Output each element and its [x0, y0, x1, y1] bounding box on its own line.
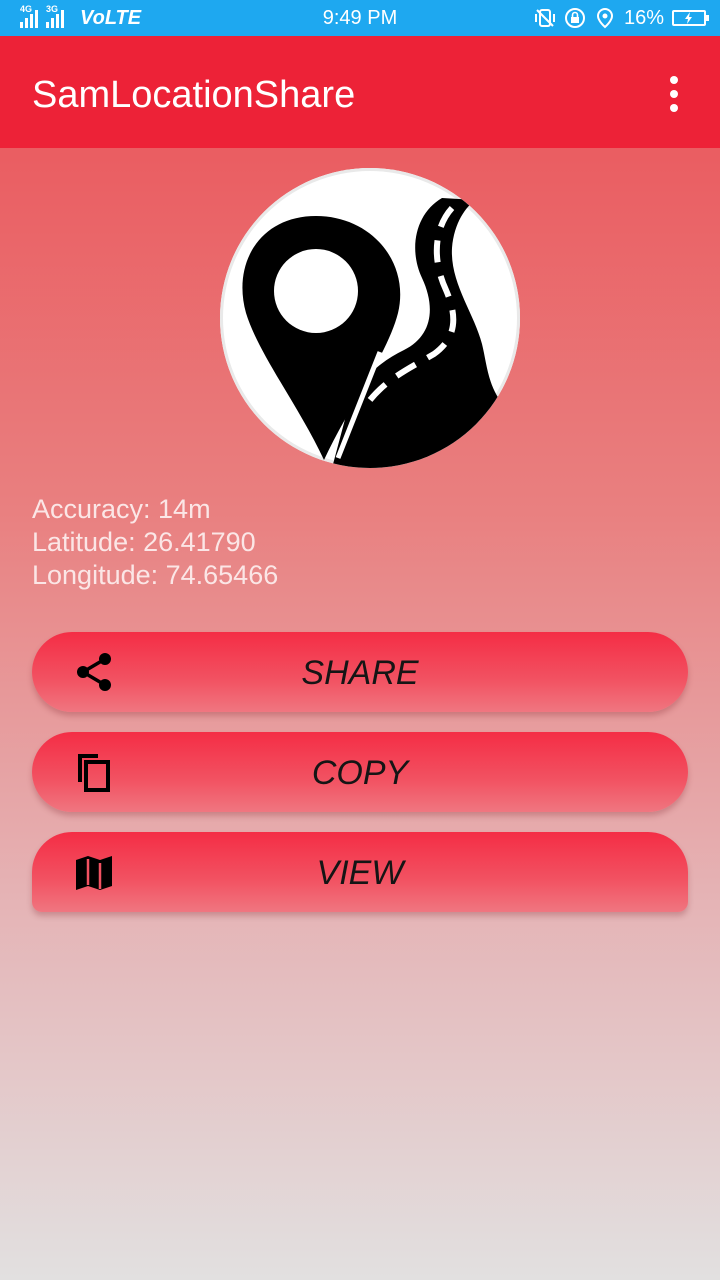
share-button-label: SHARE — [301, 654, 419, 692]
location-icon — [594, 7, 616, 29]
battery-charging-icon — [672, 10, 709, 26]
app-logo — [220, 168, 520, 468]
share-button[interactable]: SHARE — [32, 632, 688, 712]
location-info: Accuracy: 14m Latitude: 26.41790 Longitu… — [32, 493, 278, 592]
copy-button-label: COPY — [311, 754, 409, 792]
app-title: SamLocationShare — [32, 74, 356, 116]
more-vert-icon[interactable] — [658, 76, 690, 112]
status-bar: 4G 3G VoLTE 9:49 PM 16% — [0, 0, 720, 36]
status-icons: 16% — [526, 6, 709, 30]
battery-percent: 16% — [623, 6, 664, 29]
longitude-text: Longitude: 74.65466 — [32, 560, 279, 590]
rotation-lock-icon — [564, 7, 586, 29]
view-button-label: VIEW — [316, 854, 404, 892]
accuracy-text: Accuracy: 14m — [32, 494, 211, 524]
location-road-icon — [242, 198, 520, 468]
view-button[interactable]: VIEW — [32, 832, 688, 912]
vibrate-icon — [534, 7, 556, 29]
app-bar: SamLocationShare — [0, 36, 720, 148]
copy-button[interactable]: COPY — [32, 732, 688, 812]
latitude-text: Latitude: 26.41790 — [32, 527, 256, 557]
